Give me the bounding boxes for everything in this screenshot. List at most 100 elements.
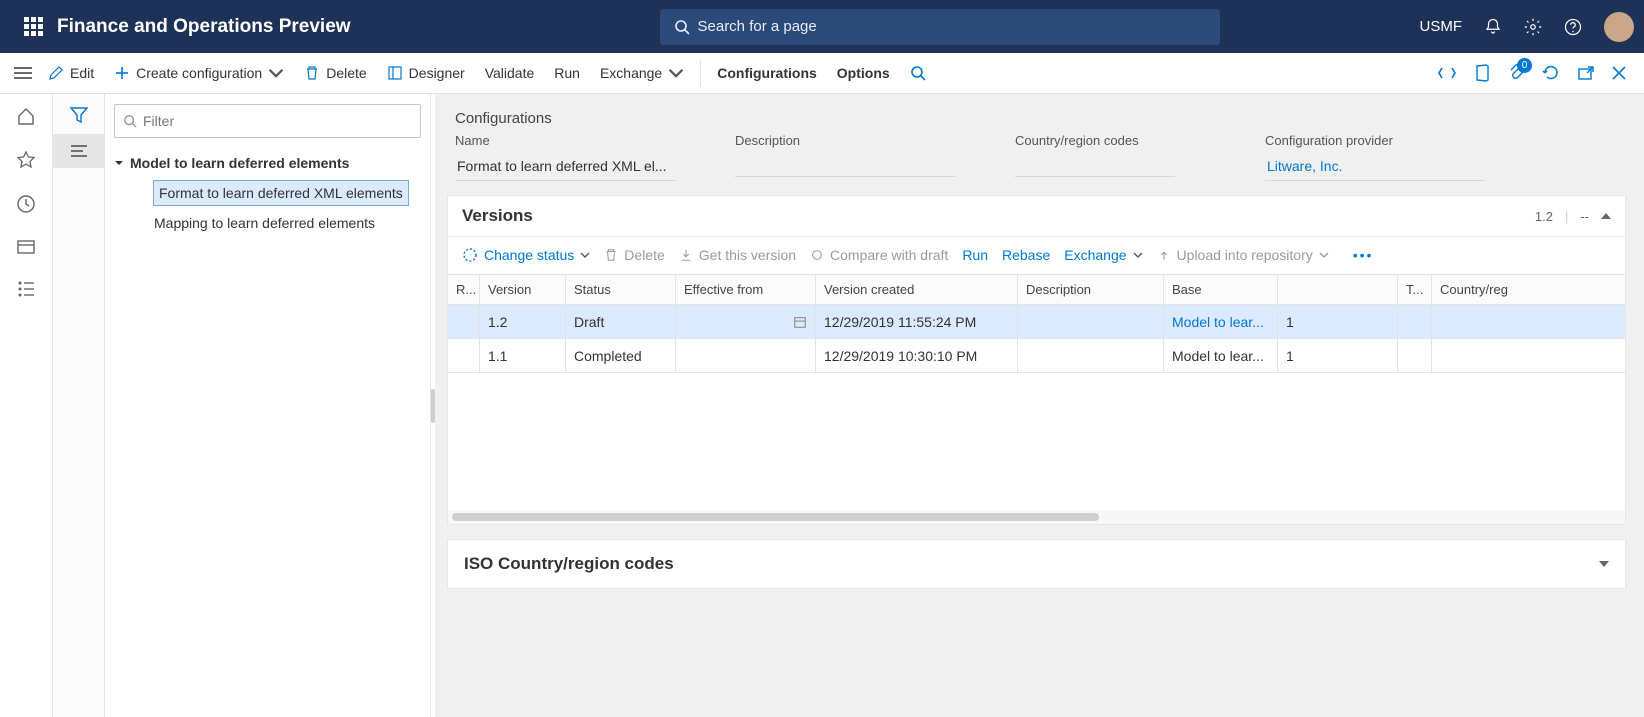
refresh-icon[interactable] <box>1542 64 1560 82</box>
app-title: Finance and Operations Preview <box>57 16 351 38</box>
iso-title: ISO Country/region codes <box>464 554 674 574</box>
search-icon <box>910 65 926 81</box>
close-icon[interactable] <box>1612 66 1626 80</box>
tree-root-node[interactable]: Model to learn deferred elements <box>114 150 421 176</box>
tree-child-1[interactable]: Mapping to learn deferred elements <box>154 210 421 236</box>
version-row[interactable]: 1.2Draft12/29/2019 11:55:24 PMModel to l… <box>448 305 1625 339</box>
company-selector[interactable]: USMF <box>1420 18 1463 35</box>
col-t[interactable]: T... <box>1398 275 1432 304</box>
cell-crc <box>1432 339 1518 372</box>
versions-title: Versions <box>462 206 533 226</box>
col-base[interactable]: Base <box>1164 275 1278 304</box>
chevron-down-icon <box>580 252 590 258</box>
app-launcher-icon[interactable] <box>24 17 43 36</box>
validate-button[interactable]: Validate <box>475 59 545 87</box>
field-description-label: Description <box>735 133 955 148</box>
col-description[interactable]: Description <box>1018 275 1164 304</box>
chevron-down-icon <box>1133 252 1143 258</box>
edit-button[interactable]: Edit <box>38 59 104 87</box>
help-icon[interactable] <box>1564 18 1582 36</box>
run-button[interactable]: Run <box>544 59 590 87</box>
edit-icon <box>48 65 64 81</box>
change-status-button[interactable]: Change status <box>462 247 590 263</box>
rail-recent-icon[interactable] <box>16 194 36 214</box>
versions-head-version: 1.2 <box>1535 209 1553 224</box>
chevron-down-icon <box>1319 252 1329 258</box>
designer-button[interactable]: Designer <box>377 59 475 87</box>
cell-t <box>1398 339 1432 372</box>
more-icon[interactable]: ••• <box>1353 247 1374 263</box>
rail-modules-icon[interactable] <box>17 280 35 298</box>
exchange-label: Exchange <box>600 65 662 81</box>
trash-icon <box>604 248 618 262</box>
filter-pane-icon[interactable] <box>69 106 89 124</box>
version-row[interactable]: 1.1Completed12/29/2019 10:30:10 PMModel … <box>448 339 1625 373</box>
tree-filter-input[interactable]: Filter <box>114 104 421 138</box>
popout-icon[interactable] <box>1578 66 1594 80</box>
edit-label: Edit <box>70 65 94 81</box>
grid-h-scrollbar[interactable] <box>448 510 1625 524</box>
col-country[interactable]: Country/reg <box>1432 275 1518 304</box>
cell-base[interactable]: Model to lear... <box>1164 305 1278 338</box>
cell-effective[interactable] <box>676 339 816 372</box>
navpane-toggle[interactable] <box>8 66 38 80</box>
col-basenum-spacer <box>1278 275 1398 304</box>
versions-head-dash: -- <box>1580 209 1589 224</box>
cell-description <box>1018 339 1164 372</box>
compare-button[interactable]: Compare with draft <box>810 247 948 263</box>
gear-icon[interactable] <box>1524 18 1542 36</box>
bell-icon[interactable] <box>1484 18 1502 36</box>
col-created[interactable]: Version created <box>816 275 1018 304</box>
version-run-button[interactable]: Run <box>962 247 988 263</box>
run-label: Run <box>554 65 580 81</box>
office-icon[interactable] <box>1474 64 1490 82</box>
exchange-button[interactable]: Exchange <box>590 59 694 87</box>
separator <box>700 60 701 86</box>
cell-created: 12/29/2019 11:55:24 PM <box>816 305 1018 338</box>
versions-collapse-icon[interactable] <box>1601 213 1611 219</box>
field-name-label: Name <box>455 133 675 148</box>
related-info-icon[interactable] <box>53 134 104 168</box>
iso-expand-icon[interactable] <box>1599 561 1609 567</box>
cell-base: Model to lear... <box>1164 339 1278 372</box>
field-description-value[interactable] <box>735 152 955 177</box>
attachments-count: 0 <box>1517 58 1532 73</box>
version-delete-button[interactable]: Delete <box>604 247 664 263</box>
get-version-button[interactable]: Get this version <box>679 247 796 263</box>
col-effective[interactable]: Effective from <box>676 275 816 304</box>
field-crc-label: Country/region codes <box>1015 133 1205 148</box>
create-configuration-button[interactable]: Create configuration <box>104 59 294 87</box>
rail-workspaces-icon[interactable] <box>16 238 36 256</box>
tree-child-0[interactable]: Format to learn deferred XML elements <box>154 176 421 210</box>
col-status[interactable]: Status <box>566 275 676 304</box>
cell-basenum: 1 <box>1278 305 1398 338</box>
validate-label: Validate <box>485 65 535 81</box>
global-search-input[interactable]: Search for a page <box>660 9 1220 45</box>
delete-button[interactable]: Delete <box>294 59 376 87</box>
field-name-value[interactable]: Format to learn deferred XML el... <box>455 152 675 181</box>
tab-options-label: Options <box>837 65 890 81</box>
rebase-button[interactable]: Rebase <box>1002 247 1050 263</box>
scroll-thumb[interactable] <box>452 513 1099 521</box>
search-toolbar-button[interactable] <box>900 59 936 87</box>
connected-apps-icon[interactable] <box>1438 66 1456 80</box>
field-provider-value[interactable]: Litware, Inc. <box>1265 152 1485 181</box>
create-label: Create configuration <box>136 65 262 81</box>
tab-configurations[interactable]: Configurations <box>707 59 827 87</box>
splitter-handle[interactable] <box>431 94 435 717</box>
cell-description <box>1018 305 1164 338</box>
attachments-button[interactable]: 0 <box>1508 64 1524 82</box>
cell-basenum: 1 <box>1278 339 1398 372</box>
field-crc-value[interactable] <box>1015 152 1175 177</box>
rail-favorites-icon[interactable] <box>16 150 36 170</box>
version-exchange-button[interactable]: Exchange <box>1064 247 1142 263</box>
upload-repo-button[interactable]: Upload into repository <box>1157 247 1329 263</box>
col-version[interactable]: Version <box>480 275 566 304</box>
rail-home-icon[interactable] <box>16 106 36 126</box>
col-mark[interactable]: R... <box>448 275 480 304</box>
cell-effective[interactable] <box>676 305 816 338</box>
page-title: Configurations <box>455 110 1624 127</box>
user-avatar[interactable] <box>1604 12 1634 42</box>
tab-options[interactable]: Options <box>827 59 900 87</box>
designer-label: Designer <box>409 65 465 81</box>
